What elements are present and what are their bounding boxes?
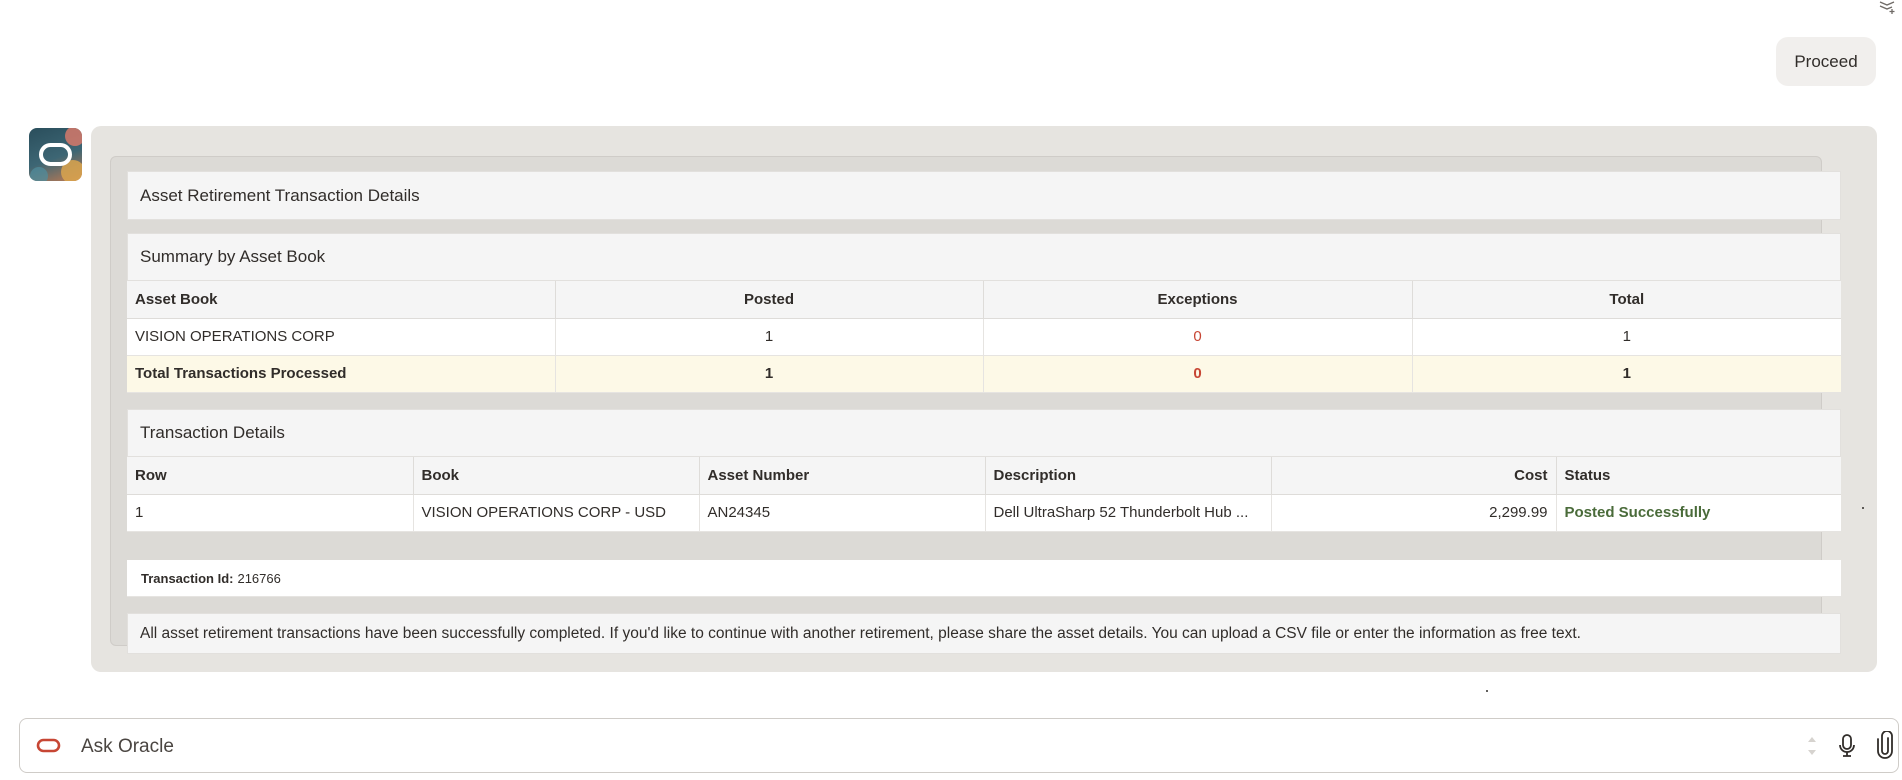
- status-cell: Posted Successfully: [1555, 494, 1841, 532]
- user-message-text: Proceed: [1794, 51, 1858, 71]
- ask-oracle-bar: [19, 718, 1899, 773]
- table-row: 1 VISION OPERATIONS CORP - USD AN24345 D…: [127, 494, 1841, 532]
- totals-exceptions: 0: [982, 355, 1412, 393]
- totals-total: 1: [1411, 355, 1841, 393]
- stray-dot: [1486, 690, 1488, 692]
- report-title: Asset Retirement Transaction Details: [127, 171, 1841, 220]
- microphone-icon[interactable]: [1837, 733, 1857, 759]
- transaction-id-row: Transaction Id: 216766: [127, 560, 1841, 597]
- total-cell: 1: [1411, 318, 1841, 356]
- column-header: Cost: [1270, 457, 1556, 495]
- column-header: Total: [1411, 281, 1841, 319]
- table-row: VISION OPERATIONS CORP 1 0 1: [127, 318, 1841, 356]
- column-header: Posted: [554, 281, 983, 319]
- summary-table: Asset Book Posted Exceptions Total VISIO…: [127, 281, 1841, 393]
- column-header: Asset Book: [127, 281, 555, 319]
- cost-cell: 2,299.99: [1270, 494, 1556, 532]
- details-heading-text: Transaction Details: [140, 423, 285, 442]
- asset-book-cell: VISION OPERATIONS CORP: [127, 318, 555, 356]
- report-title-text: Asset Retirement Transaction Details: [140, 185, 420, 205]
- row-number-cell: 1: [127, 494, 413, 532]
- report-panel: Asset Retirement Transaction Details Sum…: [110, 156, 1841, 654]
- completion-message-text: All asset retirement transactions have b…: [140, 624, 1581, 642]
- oracle-logo-icon: [36, 738, 61, 753]
- totals-row: Total Transactions Processed 1 0 1: [127, 355, 1841, 393]
- summary-heading: Summary by Asset Book: [127, 233, 1841, 281]
- scroll-arrows-icon[interactable]: [1806, 733, 1818, 759]
- details-header-row: Row Book Asset Number Description Cost S…: [127, 457, 1841, 495]
- summary-header-row: Asset Book Posted Exceptions Total: [127, 281, 1841, 319]
- assistant-message-card: Asset Retirement Transaction Details Sum…: [91, 126, 1877, 672]
- totals-posted: 1: [554, 355, 983, 393]
- totals-label: Total Transactions Processed: [127, 355, 555, 393]
- stray-dot: [1862, 507, 1864, 509]
- oracle-avatar-icon: [29, 128, 82, 181]
- transaction-id-label: Transaction Id:: [141, 570, 234, 586]
- paperclip-icon[interactable]: [1876, 731, 1894, 759]
- exceptions-cell: 0: [982, 318, 1412, 356]
- asset-number-cell: AN24345: [698, 494, 985, 532]
- completion-message: All asset retirement transactions have b…: [127, 613, 1841, 654]
- ask-oracle-input[interactable]: [79, 729, 1783, 765]
- transaction-id-value: 216766: [237, 570, 281, 586]
- column-header: Asset Number: [698, 457, 985, 495]
- column-header: Book: [412, 457, 699, 495]
- summary-heading-text: Summary by Asset Book: [140, 247, 326, 266]
- column-header: Status: [1555, 457, 1841, 495]
- column-header: Row: [127, 457, 413, 495]
- description-cell: Dell UltraSharp 52 Thunderbolt Hub ...: [984, 494, 1271, 532]
- column-header: Description: [984, 457, 1271, 495]
- book-cell: VISION OPERATIONS CORP - USD: [412, 494, 699, 532]
- details-table: Row Book Asset Number Description Cost S…: [127, 457, 1841, 532]
- column-header: Exceptions: [982, 281, 1412, 319]
- posted-cell: 1: [554, 318, 983, 356]
- user-message-bubble: Proceed: [1776, 37, 1876, 86]
- details-heading: Transaction Details: [127, 409, 1841, 457]
- stack-icon[interactable]: [1878, 0, 1896, 14]
